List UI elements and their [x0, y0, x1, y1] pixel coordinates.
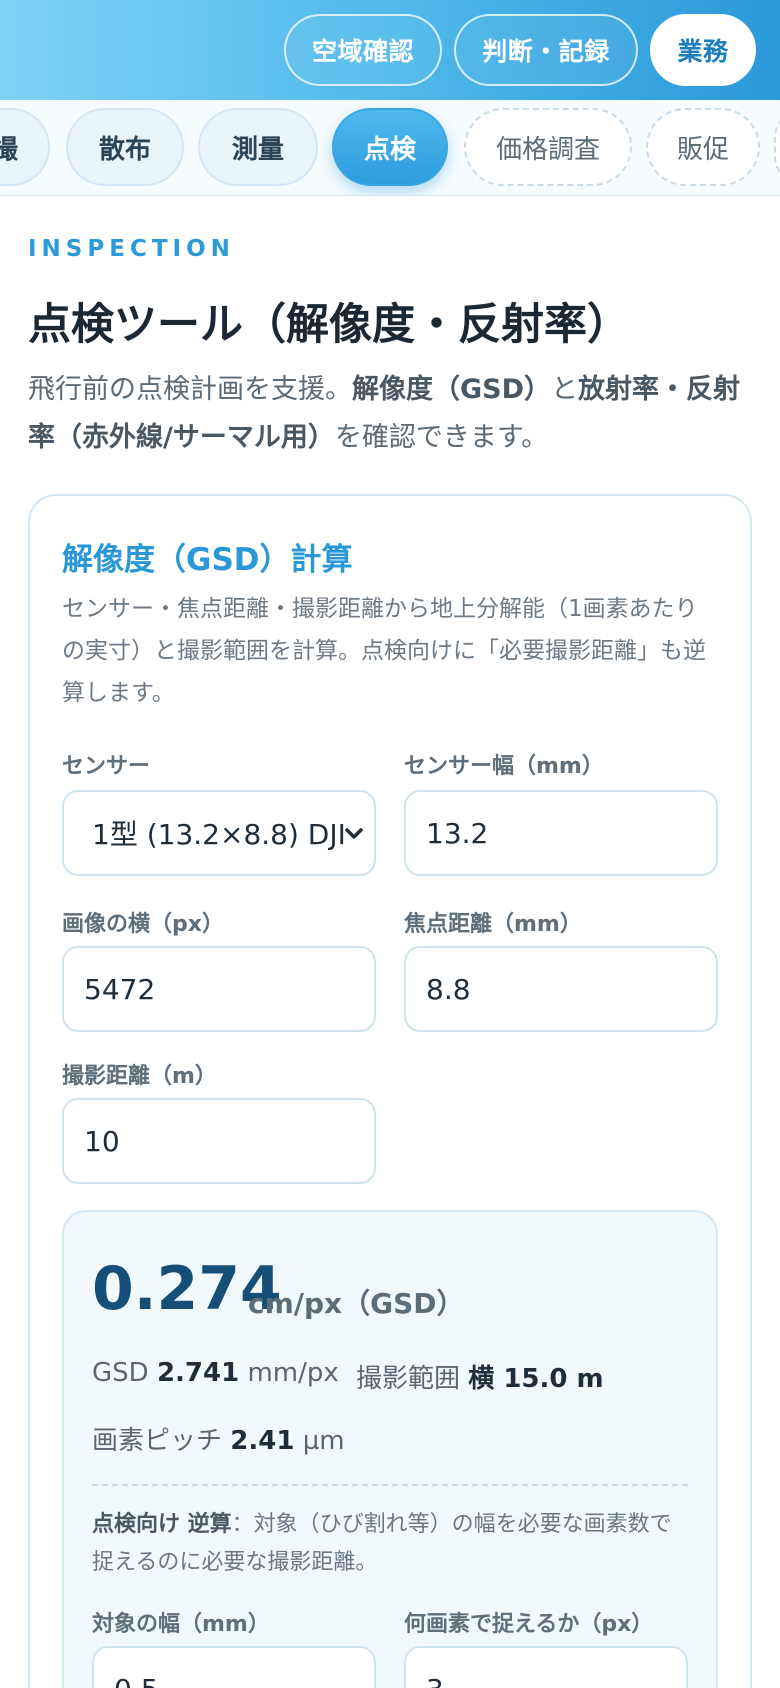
- target-width-input[interactable]: 0.5: [92, 1646, 376, 1688]
- decision-record-button[interactable]: 判断・記録: [454, 14, 638, 86]
- gsd-mm-line: GSD 2.741 mm/px: [92, 1358, 339, 1388]
- category-tabs: 撮 散布 測量 点検 価格調査 販促: [0, 100, 780, 196]
- page-title: 点検ツール（解像度・反射率）: [28, 300, 630, 350]
- reverse-calc-note: 点検向け 逆算：対象（ひび割れ等）の幅を必要な画素数で捉えるのに必要な撮影距離。: [92, 1512, 672, 1575]
- gsd-unit: cm/px（GSD）: [248, 1287, 465, 1320]
- result-divider: [92, 1484, 688, 1486]
- coverage-line: 撮影範囲 横 15.0 m: [356, 1364, 604, 1394]
- tab-aerial[interactable]: 撮: [0, 108, 50, 186]
- intro-text: 飛行前の点検計画を支援。解像度（GSD）と放射率・反射率（赤外線/サーマル用）を…: [28, 374, 741, 453]
- business-button[interactable]: 業務: [650, 14, 756, 86]
- app-header: 空域確認 判断・記録 業務: [0, 0, 780, 100]
- pixel-count-label: 何画素で捉えるか（px）: [404, 1612, 654, 1637]
- tab-more[interactable]: [774, 108, 780, 186]
- tab-promotion[interactable]: 販促: [646, 108, 760, 186]
- sensor-width-label: センサー幅（mm）: [404, 754, 604, 779]
- tab-inspection[interactable]: 点検: [332, 108, 448, 186]
- tab-spraying[interactable]: 散布: [66, 108, 184, 186]
- pixel-count-input[interactable]: 3: [404, 1646, 688, 1688]
- gsd-card-description: センサー・焦点距離・撮影距離から地上分解能（1画素あたりの実寸）と撮影範囲を計算…: [62, 596, 706, 706]
- focal-length-label: 焦点距離（mm）: [404, 912, 582, 937]
- gsd-card-title: 解像度（GSD）計算: [62, 542, 353, 578]
- image-width-label: 画像の横（px）: [62, 912, 224, 937]
- sensor-label: センサー: [62, 754, 151, 779]
- sensor-select[interactable]: 1型 (13.2×8.8) DJI: [62, 790, 376, 876]
- chevron-down-icon: [344, 824, 364, 844]
- tab-surveying[interactable]: 測量: [198, 108, 318, 186]
- tab-price-survey[interactable]: 価格調査: [464, 108, 632, 186]
- airspace-check-button[interactable]: 空域確認: [284, 14, 442, 86]
- focal-length-input[interactable]: 8.8: [404, 946, 718, 1032]
- target-width-label: 対象の幅（mm）: [92, 1612, 270, 1637]
- pixel-pitch-line: 画素ピッチ 2.41 µm: [92, 1426, 345, 1456]
- distance-input[interactable]: 10: [62, 1098, 376, 1184]
- distance-label: 撮影距離（m）: [62, 1064, 217, 1089]
- sensor-width-input[interactable]: 13.2: [404, 790, 718, 876]
- image-width-input[interactable]: 5472: [62, 946, 376, 1032]
- section-eyebrow: INSPECTION: [28, 236, 235, 262]
- sensor-select-value: 1型 (13.2×8.8) DJI: [92, 818, 346, 851]
